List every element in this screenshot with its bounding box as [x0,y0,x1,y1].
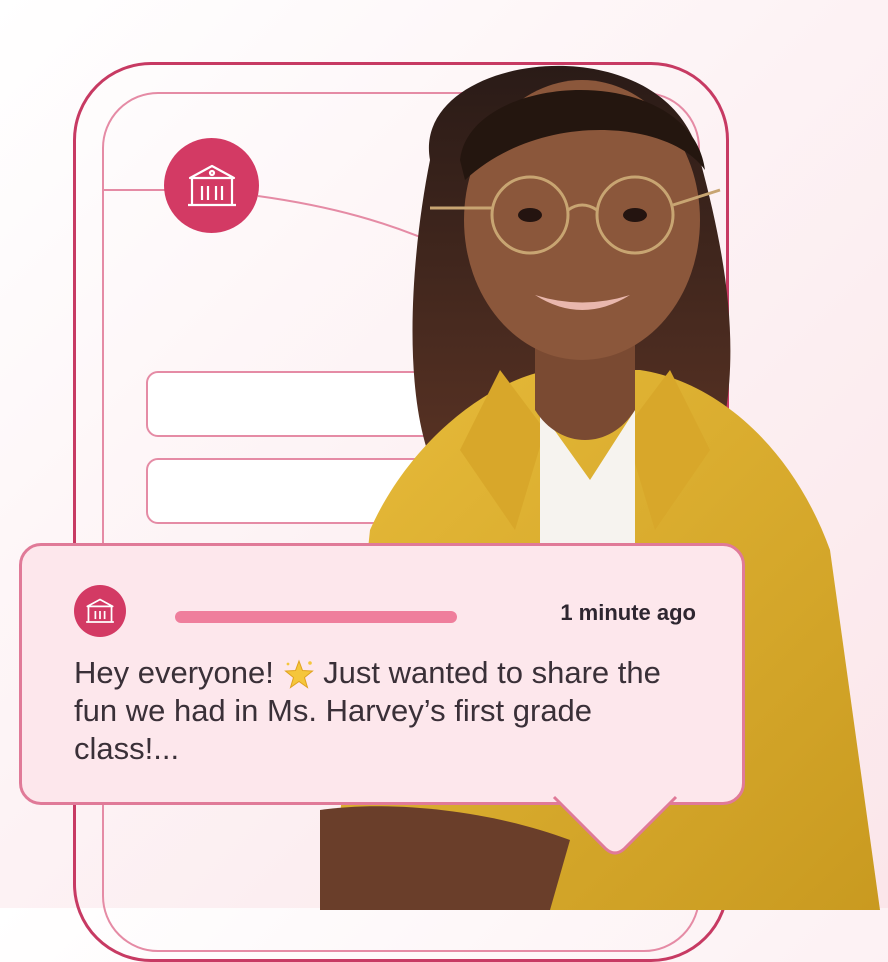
school-building-icon [187,164,236,206]
notification-timestamp: 1 minute ago [560,600,696,625]
school-building-icon [86,598,114,623]
sender-name-placeholder [175,611,457,623]
school-badge-large [164,138,259,233]
hero-illustration: 1 minute ago Hey everyone! Just wanted t… [0,0,888,962]
sender-avatar [74,585,126,637]
sparkle-star-icon [283,659,314,689]
notification-message: Hey everyone! Just wanted to share the f… [74,654,694,768]
notification-card-tail [552,795,678,855]
message-text-start: Hey everyone! [74,655,283,690]
